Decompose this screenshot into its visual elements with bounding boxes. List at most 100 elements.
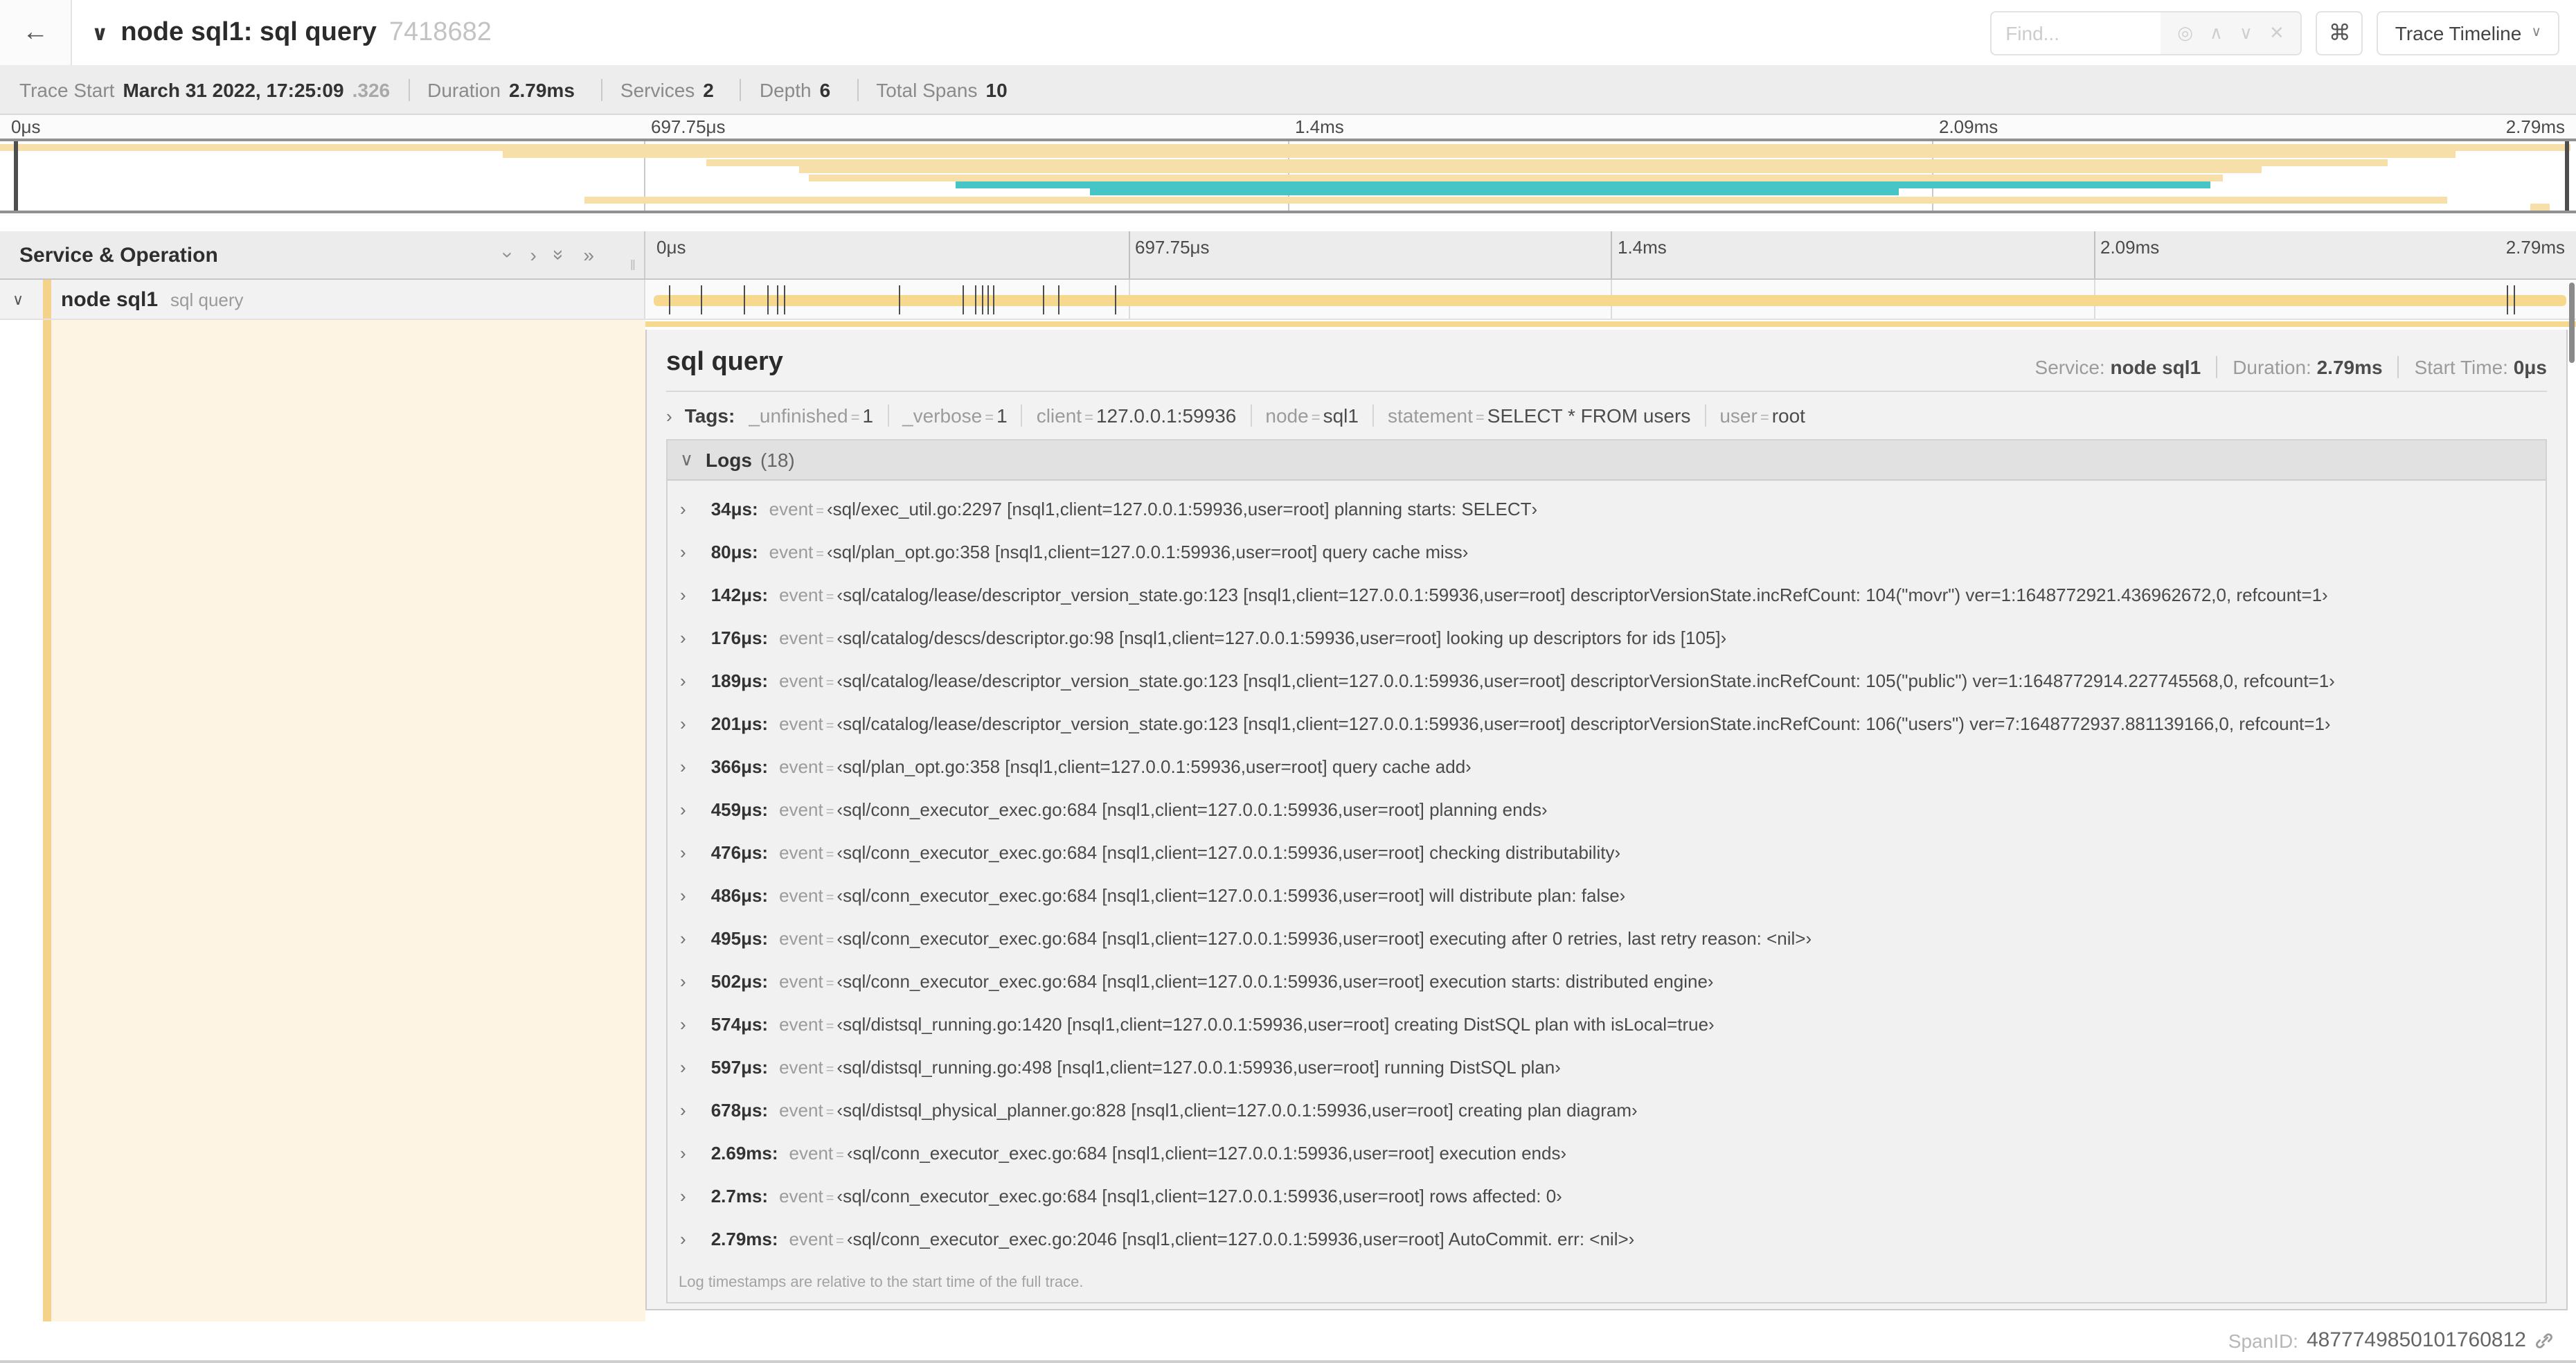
span-duration-bar[interactable]	[653, 295, 2567, 306]
log-timestamp: 142μs:	[710, 585, 769, 605]
minimap-canvas[interactable]	[0, 139, 2576, 213]
log-entry[interactable]: › 476μs: event = ‹sql/conn_executor_exec…	[668, 831, 2546, 874]
expand-all-icon[interactable]: »	[583, 245, 594, 265]
log-timestamp: 597μs:	[710, 1057, 769, 1078]
log-entry[interactable]: › 2.7ms: event = ‹sql/conn_executor_exec…	[668, 1175, 2546, 1218]
tags-label: Tags:	[684, 404, 735, 427]
log-entry[interactable]: › 176μs: event = ‹sql/catalog/descs/desc…	[668, 616, 2546, 659]
chevron-down-icon[interactable]: ∨	[91, 20, 108, 45]
tag-item: statement = SELECT * FROM users	[1372, 404, 1690, 427]
log-entry[interactable]: › 502μs: event = ‹sql/conn_executor_exec…	[668, 960, 2546, 1003]
log-field-value: ‹sql/conn_executor_exec.go:684 [nsql1,cl…	[846, 1143, 1567, 1164]
meta-value: node sql1	[2110, 356, 2201, 378]
log-entry[interactable]: › 2.79ms: event = ‹sql/conn_executor_exe…	[668, 1218, 2546, 1260]
minimap-right-scrubber[interactable]	[2565, 141, 2569, 211]
span-row[interactable]: ∨ node sql1 sql query	[0, 280, 2576, 320]
deep-link-icon[interactable]	[2534, 1330, 2554, 1350]
log-field-value: ‹sql/conn_executor_exec.go:684 [nsql1,cl…	[837, 928, 1812, 949]
log-entry[interactable]: › 495μs: event = ‹sql/conn_executor_exec…	[668, 917, 2546, 960]
log-entry[interactable]: › 597μs: event = ‹sql/distsql_running.go…	[668, 1046, 2546, 1089]
log-field-value: ‹sql/conn_executor_exec.go:684 [nsql1,cl…	[837, 842, 1621, 863]
log-entry[interactable]: › 201μs: event = ‹sql/catalog/lease/desc…	[668, 702, 2546, 745]
log-timestamp: 34μs:	[710, 499, 758, 519]
log-field-key: event	[779, 928, 823, 949]
tag-item: _verbose = 1	[887, 404, 1008, 427]
log-entry[interactable]: › 574μs: event = ‹sql/distsql_running.go…	[668, 1003, 2546, 1046]
log-field-key: event	[779, 585, 823, 605]
chevron-right-icon: ›	[680, 928, 686, 949]
equals-sign: =	[1311, 410, 1321, 427]
log-entry[interactable]: › 678μs: event = ‹sql/distsql_physical_p…	[668, 1089, 2546, 1132]
equals-sign: =	[825, 676, 834, 691]
tags-accordian[interactable]: › Tags: _unfinished = 1 _verbose = 1 client =…	[647, 392, 2566, 436]
back-button[interactable]: ←	[0, 0, 72, 65]
equals-sign: =	[1760, 410, 1769, 427]
service-name: node sql1	[61, 287, 159, 311]
log-marker-tick	[1058, 285, 1060, 314]
minimap-left-scrubber[interactable]	[14, 141, 18, 211]
log-entry[interactable]: › 189μs: event = ‹sql/catalog/lease/desc…	[668, 659, 2546, 702]
log-field-value: ‹sql/plan_opt.go:358 [nsql1,client=127.0…	[837, 756, 1472, 777]
keyboard-shortcuts-button[interactable]: ⌘	[2316, 10, 2363, 55]
collapse-all-icon[interactable]: »	[549, 249, 571, 260]
equals-sign: =	[1475, 410, 1485, 427]
log-field-key: event	[779, 756, 823, 777]
log-entry[interactable]: › 142μs: event = ‹sql/catalog/lease/desc…	[668, 573, 2546, 616]
column-resize-grip[interactable]: ‖	[630, 259, 637, 274]
tag-value: 127.0.0.1:59936	[1095, 404, 1237, 427]
summary-value: 10	[985, 78, 1008, 100]
log-entry[interactable]: › 34μs: event = ‹sql/exec_util.go:2297 […	[668, 488, 2546, 531]
log-entry[interactable]: › 366μs: event = ‹sql/plan_opt.go:358 [n…	[668, 745, 2546, 788]
log-field-key: event	[769, 499, 814, 519]
log-entry[interactable]: › 80μs: event = ‹sql/plan_opt.go:358 [ns…	[668, 531, 2546, 573]
chevron-down-icon[interactable]: ∨	[12, 290, 24, 308]
minimap-span-bar	[706, 159, 2388, 166]
span-duration-thin-bar	[645, 321, 2576, 327]
tag-key: _verbose	[902, 404, 983, 427]
locate-icon[interactable]: ◎	[2177, 21, 2193, 44]
log-field-key: event	[789, 1143, 834, 1164]
page-title: node sql1: sql query	[120, 17, 377, 46]
detail-meta-item: Duration: 2.79ms	[2216, 356, 2383, 378]
equals-sign: =	[816, 504, 824, 519]
log-entry[interactable]: › 459μs: event = ‹sql/conn_executor_exec…	[668, 788, 2546, 831]
logs-accordian-header[interactable]: ∨ Logs (18)	[668, 440, 2546, 481]
log-field-value: ‹sql/conn_executor_exec.go:684 [nsql1,cl…	[837, 1186, 1562, 1206]
prev-result-icon[interactable]: ∧	[2210, 21, 2223, 44]
tag-item: _unfinished = 1	[749, 404, 873, 427]
detail-left-column	[0, 320, 645, 1321]
collapse-one-icon[interactable]: ›	[498, 251, 520, 258]
vertical-scrollbar-thumb[interactable]	[2569, 283, 2575, 363]
log-field-key: event	[779, 713, 823, 734]
minimap-span-bar	[2530, 204, 2550, 211]
log-field-key: event	[779, 670, 823, 691]
minimap-tick-label: 2.09ms	[1939, 116, 1998, 137]
log-entry[interactable]: › 486μs: event = ‹sql/conn_executor_exec…	[668, 874, 2546, 917]
logs-footer-note: Log timestamps are relative to the start…	[679, 1274, 1084, 1291]
expand-one-icon[interactable]: ›	[530, 245, 536, 265]
next-result-icon[interactable]: ∨	[2239, 21, 2253, 44]
find-icon-group: ◎ ∧ ∨ ✕	[2161, 12, 2301, 53]
service-operation-title: Service & Operation	[19, 243, 218, 267]
log-timestamp: 2.7ms:	[710, 1186, 769, 1206]
collapse-expand-controls: › › » »	[498, 245, 594, 265]
trace-minimap[interactable]: 0μs 697.75μs 1.4ms 2.09ms 2.79ms	[0, 115, 2576, 216]
trace-view-select[interactable]: Trace Timeline ∨	[2377, 10, 2559, 55]
chevron-right-icon: ›	[680, 885, 686, 906]
span-detail-row: sql query Service: node sql1 Duration: 2…	[0, 320, 2576, 1352]
span-row-timeline[interactable]	[645, 280, 2576, 319]
log-field-key: event	[779, 627, 823, 648]
minimap-tick-label: 1.4ms	[1295, 116, 1344, 137]
log-timestamp: 495μs:	[710, 928, 769, 949]
equals-sign: =	[825, 1019, 834, 1035]
meta-value: 2.79ms	[2316, 356, 2383, 378]
clear-search-icon[interactable]: ✕	[2269, 21, 2284, 44]
log-entry[interactable]: › 2.69ms: event = ‹sql/conn_executor_exe…	[668, 1132, 2546, 1175]
log-marker-tick	[744, 285, 746, 314]
log-field-key: event	[779, 1100, 823, 1121]
detail-gutter	[0, 320, 43, 1321]
span-detail-panel: sql query Service: node sql1 Duration: 2…	[645, 330, 2568, 1310]
span-row-name-column[interactable]: ∨ node sql1 sql query	[0, 280, 645, 319]
find-input[interactable]	[1992, 12, 2161, 53]
equals-sign: =	[1084, 410, 1093, 427]
